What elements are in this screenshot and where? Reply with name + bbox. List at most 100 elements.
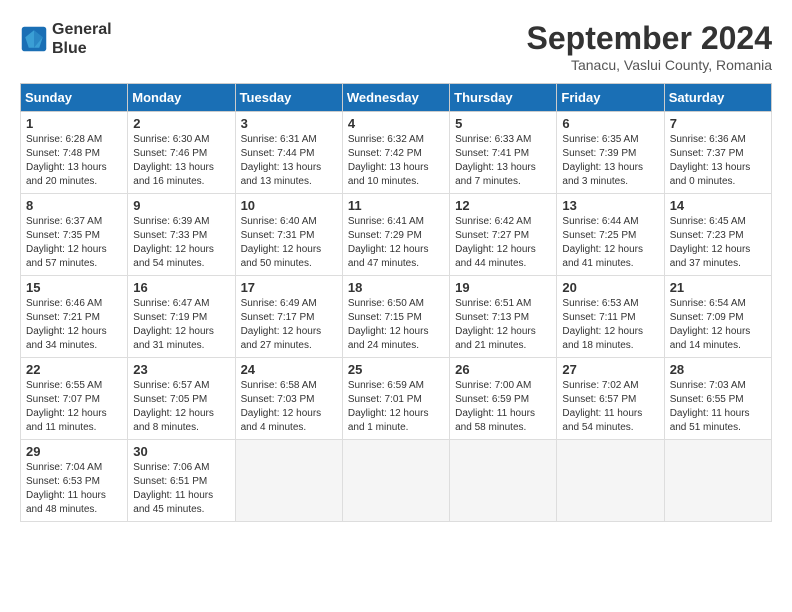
day-info: Sunrise: 6:36 AMSunset: 7:37 PMDaylight:… <box>670 133 766 189</box>
calendar-cell: 17 Sunrise: 6:49 AMSunset: 7:17 PMDaylig… <box>235 276 342 358</box>
day-number: 5 <box>455 116 551 131</box>
calendar-cell: 28 Sunrise: 7:03 AMSunset: 6:55 PMDaylig… <box>664 358 771 440</box>
weekday-header: Sunday <box>21 84 128 112</box>
day-number: 17 <box>241 280 337 295</box>
calendar-cell: 14 Sunrise: 6:45 AMSunset: 7:23 PMDaylig… <box>664 194 771 276</box>
day-info: Sunrise: 7:04 AMSunset: 6:53 PMDaylight:… <box>26 461 122 517</box>
day-info: Sunrise: 6:54 AMSunset: 7:09 PMDaylight:… <box>670 297 766 353</box>
weekday-header: Wednesday <box>342 84 449 112</box>
day-number: 15 <box>26 280 122 295</box>
day-number: 30 <box>133 444 229 459</box>
calendar-table: SundayMondayTuesdayWednesdayThursdayFrid… <box>20 83 772 522</box>
calendar-cell: 9 Sunrise: 6:39 AMSunset: 7:33 PMDayligh… <box>128 194 235 276</box>
day-number: 28 <box>670 362 766 377</box>
calendar-cell: 4 Sunrise: 6:32 AMSunset: 7:42 PMDayligh… <box>342 112 449 194</box>
day-info: Sunrise: 7:00 AMSunset: 6:59 PMDaylight:… <box>455 379 551 435</box>
calendar-cell: 26 Sunrise: 7:00 AMSunset: 6:59 PMDaylig… <box>450 358 557 440</box>
location-title: Tanacu, Vaslui County, Romania <box>527 57 772 73</box>
title-block: September 2024 Tanacu, Vaslui County, Ro… <box>527 20 772 73</box>
calendar-cell: 30 Sunrise: 7:06 AMSunset: 6:51 PMDaylig… <box>128 440 235 522</box>
day-info: Sunrise: 6:51 AMSunset: 7:13 PMDaylight:… <box>455 297 551 353</box>
calendar-cell: 25 Sunrise: 6:59 AMSunset: 7:01 PMDaylig… <box>342 358 449 440</box>
weekday-header: Saturday <box>664 84 771 112</box>
calendar-cell: 2 Sunrise: 6:30 AMSunset: 7:46 PMDayligh… <box>128 112 235 194</box>
day-info: Sunrise: 7:03 AMSunset: 6:55 PMDaylight:… <box>670 379 766 435</box>
calendar-cell: 16 Sunrise: 6:47 AMSunset: 7:19 PMDaylig… <box>128 276 235 358</box>
logo: General Blue <box>20 20 112 58</box>
calendar-cell: 27 Sunrise: 7:02 AMSunset: 6:57 PMDaylig… <box>557 358 664 440</box>
day-number: 24 <box>241 362 337 377</box>
calendar-cell: 10 Sunrise: 6:40 AMSunset: 7:31 PMDaylig… <box>235 194 342 276</box>
day-info: Sunrise: 6:39 AMSunset: 7:33 PMDaylight:… <box>133 215 229 271</box>
day-number: 23 <box>133 362 229 377</box>
calendar-cell: 15 Sunrise: 6:46 AMSunset: 7:21 PMDaylig… <box>21 276 128 358</box>
day-number: 27 <box>562 362 658 377</box>
day-info: Sunrise: 6:40 AMSunset: 7:31 PMDaylight:… <box>241 215 337 271</box>
day-info: Sunrise: 6:42 AMSunset: 7:27 PMDaylight:… <box>455 215 551 271</box>
day-number: 22 <box>26 362 122 377</box>
day-number: 2 <box>133 116 229 131</box>
day-info: Sunrise: 7:06 AMSunset: 6:51 PMDaylight:… <box>133 461 229 517</box>
day-number: 14 <box>670 198 766 213</box>
day-info: Sunrise: 6:50 AMSunset: 7:15 PMDaylight:… <box>348 297 444 353</box>
page-header: General Blue September 2024 Tanacu, Vasl… <box>20 20 772 73</box>
calendar-cell: 19 Sunrise: 6:51 AMSunset: 7:13 PMDaylig… <box>450 276 557 358</box>
day-number: 18 <box>348 280 444 295</box>
day-number: 10 <box>241 198 337 213</box>
month-title: September 2024 <box>527 20 772 57</box>
calendar-cell: 5 Sunrise: 6:33 AMSunset: 7:41 PMDayligh… <box>450 112 557 194</box>
weekday-header: Tuesday <box>235 84 342 112</box>
calendar-cell <box>235 440 342 522</box>
day-info: Sunrise: 6:57 AMSunset: 7:05 PMDaylight:… <box>133 379 229 435</box>
calendar-cell <box>557 440 664 522</box>
day-number: 1 <box>26 116 122 131</box>
day-info: Sunrise: 6:32 AMSunset: 7:42 PMDaylight:… <box>348 133 444 189</box>
day-number: 8 <box>26 198 122 213</box>
general-blue-logo-icon <box>20 25 48 53</box>
day-number: 25 <box>348 362 444 377</box>
day-number: 20 <box>562 280 658 295</box>
calendar-cell: 6 Sunrise: 6:35 AMSunset: 7:39 PMDayligh… <box>557 112 664 194</box>
day-number: 12 <box>455 198 551 213</box>
day-number: 6 <box>562 116 658 131</box>
calendar-cell: 11 Sunrise: 6:41 AMSunset: 7:29 PMDaylig… <box>342 194 449 276</box>
day-info: Sunrise: 6:44 AMSunset: 7:25 PMDaylight:… <box>562 215 658 271</box>
day-number: 26 <box>455 362 551 377</box>
day-info: Sunrise: 6:31 AMSunset: 7:44 PMDaylight:… <box>241 133 337 189</box>
calendar-cell <box>342 440 449 522</box>
weekday-header: Friday <box>557 84 664 112</box>
day-number: 4 <box>348 116 444 131</box>
logo-text: General Blue <box>52 20 112 58</box>
day-number: 21 <box>670 280 766 295</box>
day-number: 29 <box>26 444 122 459</box>
day-info: Sunrise: 6:45 AMSunset: 7:23 PMDaylight:… <box>670 215 766 271</box>
calendar-cell: 29 Sunrise: 7:04 AMSunset: 6:53 PMDaylig… <box>21 440 128 522</box>
day-info: Sunrise: 6:30 AMSunset: 7:46 PMDaylight:… <box>133 133 229 189</box>
day-info: Sunrise: 6:35 AMSunset: 7:39 PMDaylight:… <box>562 133 658 189</box>
weekday-header: Monday <box>128 84 235 112</box>
day-info: Sunrise: 6:28 AMSunset: 7:48 PMDaylight:… <box>26 133 122 189</box>
calendar-cell: 20 Sunrise: 6:53 AMSunset: 7:11 PMDaylig… <box>557 276 664 358</box>
calendar-cell: 23 Sunrise: 6:57 AMSunset: 7:05 PMDaylig… <box>128 358 235 440</box>
day-info: Sunrise: 6:41 AMSunset: 7:29 PMDaylight:… <box>348 215 444 271</box>
weekday-header: Thursday <box>450 84 557 112</box>
calendar-cell: 7 Sunrise: 6:36 AMSunset: 7:37 PMDayligh… <box>664 112 771 194</box>
calendar-cell: 1 Sunrise: 6:28 AMSunset: 7:48 PMDayligh… <box>21 112 128 194</box>
day-info: Sunrise: 7:02 AMSunset: 6:57 PMDaylight:… <box>562 379 658 435</box>
day-number: 7 <box>670 116 766 131</box>
day-info: Sunrise: 6:33 AMSunset: 7:41 PMDaylight:… <box>455 133 551 189</box>
calendar-cell: 22 Sunrise: 6:55 AMSunset: 7:07 PMDaylig… <box>21 358 128 440</box>
day-number: 3 <box>241 116 337 131</box>
day-number: 19 <box>455 280 551 295</box>
day-info: Sunrise: 6:58 AMSunset: 7:03 PMDaylight:… <box>241 379 337 435</box>
calendar-cell: 21 Sunrise: 6:54 AMSunset: 7:09 PMDaylig… <box>664 276 771 358</box>
calendar-cell: 12 Sunrise: 6:42 AMSunset: 7:27 PMDaylig… <box>450 194 557 276</box>
calendar-cell: 8 Sunrise: 6:37 AMSunset: 7:35 PMDayligh… <box>21 194 128 276</box>
day-info: Sunrise: 6:53 AMSunset: 7:11 PMDaylight:… <box>562 297 658 353</box>
day-number: 11 <box>348 198 444 213</box>
day-info: Sunrise: 6:46 AMSunset: 7:21 PMDaylight:… <box>26 297 122 353</box>
calendar-cell: 24 Sunrise: 6:58 AMSunset: 7:03 PMDaylig… <box>235 358 342 440</box>
calendar-cell: 18 Sunrise: 6:50 AMSunset: 7:15 PMDaylig… <box>342 276 449 358</box>
day-info: Sunrise: 6:47 AMSunset: 7:19 PMDaylight:… <box>133 297 229 353</box>
day-info: Sunrise: 6:55 AMSunset: 7:07 PMDaylight:… <box>26 379 122 435</box>
